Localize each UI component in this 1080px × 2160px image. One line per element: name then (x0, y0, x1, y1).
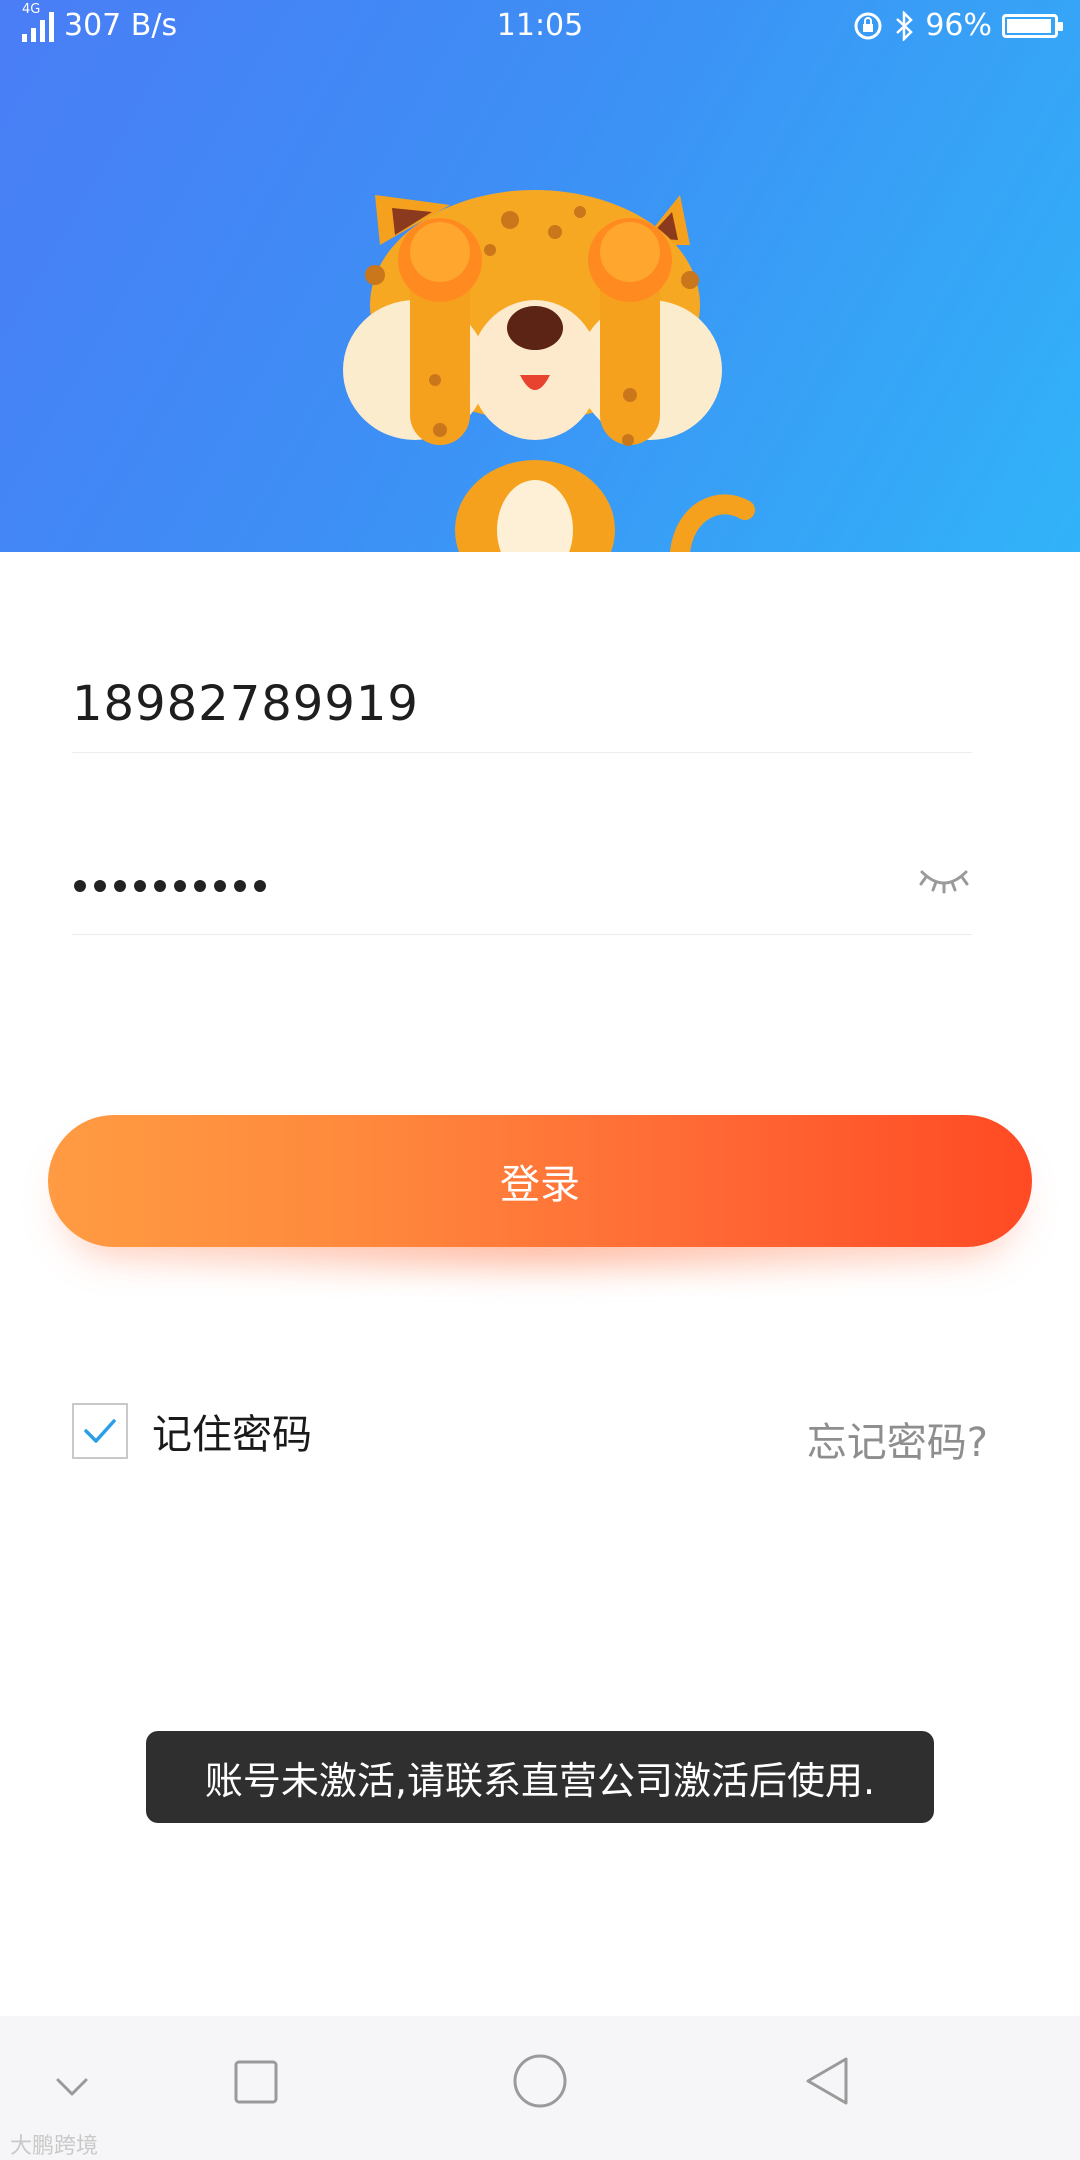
battery-percentage: 96% (925, 8, 992, 43)
phone-input[interactable]: 18982789919 (72, 660, 972, 753)
home-circle-icon[interactable] (511, 2052, 569, 2110)
system-nav-bar (0, 2016, 1080, 2160)
checkmark-icon (84, 1419, 116, 1443)
toast-message: 账号未激活,请联系直营公司激活后使用. (146, 1731, 934, 1823)
cheetah-mascot-illustration (343, 190, 755, 552)
chevron-down-icon[interactable] (52, 2072, 92, 2102)
watermark-text: 大鹏跨境 (10, 2134, 99, 2159)
remember-label[interactable]: 记住密码 (152, 1402, 312, 1460)
remember-checkbox[interactable] (72, 1403, 128, 1459)
password-input[interactable] (72, 840, 972, 935)
eye-closed-icon[interactable] (916, 862, 972, 896)
recents-square-icon[interactable] (232, 2058, 280, 2106)
battery-icon (1002, 13, 1063, 38)
alarm-lock-icon (854, 12, 882, 39)
back-triangle-icon[interactable] (802, 2054, 852, 2108)
forgot-password-link[interactable]: 忘记密码? (807, 1410, 988, 1468)
phone-input-value[interactable]: 18982789919 (72, 676, 419, 732)
password-masked-value[interactable] (74, 880, 266, 892)
login-button[interactable]: 登录 (48, 1115, 1032, 1247)
status-bar: 4G 307 B/s 11:05 96% (0, 0, 1080, 58)
header-banner: 4G 307 B/s 11:05 96% (0, 0, 1080, 552)
bluetooth-icon (896, 10, 914, 41)
status-right: 96% (853, 8, 1063, 43)
remember-password-row[interactable]: 记住密码 (72, 1402, 312, 1460)
